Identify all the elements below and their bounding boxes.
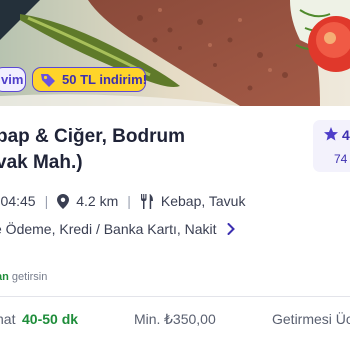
restaurant-name[interactable]: bap & Ciğer, Bodrum vak Mah.)	[0, 124, 306, 176]
discount-badge: 50 TL indirim!	[32, 67, 147, 92]
courier-highlight: an	[0, 271, 9, 283]
review-count: 74	[334, 152, 348, 166]
delivery-time-value: 40-50 dk	[22, 311, 79, 327]
badge-left-chip: vim	[0, 67, 26, 92]
rating-value: 4	[342, 127, 350, 143]
price-tag-icon	[41, 73, 55, 87]
restaurant-hero-image[interactable]: vim 50 TL indirim!	[0, 0, 350, 106]
badge-left-label: vim	[1, 72, 24, 87]
info-row: - 04:45 | 4.2 km | Kebap, Tavuk	[0, 192, 245, 210]
chevron-right-icon	[227, 223, 235, 235]
payment-methods-link[interactable]: e Ödeme, Kredi / Banka Kartı, Nakit	[0, 220, 235, 238]
delivery-time-label: nat	[0, 311, 16, 327]
restaurant-card[interactable]: vim 50 TL indirim! bap & Ciğer, Bodrum v…	[0, 0, 350, 350]
restaurant-name-line2: vak Mah.)	[0, 152, 83, 173]
courier-note: an getirsin	[0, 271, 47, 283]
payment-methods: e Ödeme, Kredi / Banka Kartı, Nakit	[0, 221, 217, 237]
rating-badge[interactable]: 4 74	[313, 120, 350, 172]
delivery-info-row: nat 40-50 dk Min. ₺350,00 Getirmesi Üc	[0, 311, 350, 329]
courier-text: getirsin	[8, 271, 48, 283]
restaurant-name-line1: bap & Ciğer, Bodrum	[0, 126, 185, 147]
fork-knife-icon	[140, 193, 153, 209]
delivery-fee-label: Getirmesi Üc	[272, 311, 350, 327]
separator: |	[127, 193, 131, 209]
location-pin-icon	[57, 193, 70, 209]
divider	[0, 296, 350, 297]
distance: 4.2 km	[76, 193, 119, 209]
min-order-value: ₺350,00	[164, 311, 216, 327]
cuisine-types: Kebap, Tavuk	[160, 193, 246, 209]
min-order-label: Min.	[134, 311, 161, 327]
opening-hours: - 04:45	[0, 193, 36, 209]
discount-label: 50 TL indirim!	[62, 72, 147, 87]
star-icon	[324, 127, 338, 141]
separator: |	[44, 193, 49, 209]
